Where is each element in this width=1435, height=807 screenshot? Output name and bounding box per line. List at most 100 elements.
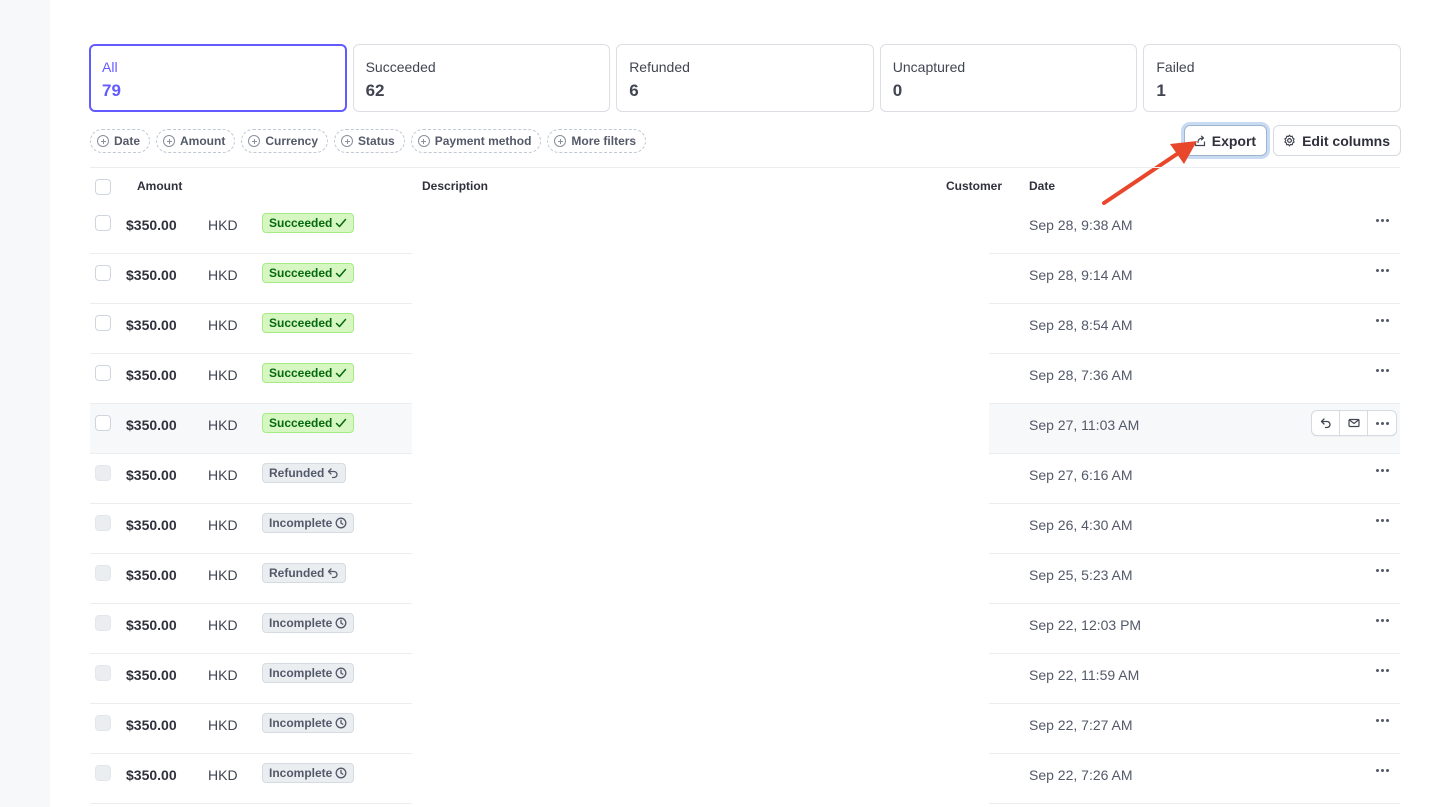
tab-uncaptured[interactable]: Uncaptured 0 [879, 44, 1138, 112]
dot [1380, 768, 1384, 772]
status-badge: Incomplete [262, 513, 355, 533]
filter-label: Currency [265, 134, 319, 148]
row-currency: HKD [208, 617, 238, 633]
table-row[interactable]: $350.00 HKD Succeeded Sep 28, 8:54 AM [90, 304, 1400, 355]
more-horizontal-icon[interactable] [1373, 662, 1391, 678]
table-row[interactable]: $350.00 HKD Refunded Sep 27, 6:16 AM [90, 454, 1400, 505]
dot [1385, 318, 1389, 322]
status-label: Succeeded [269, 316, 333, 330]
tab-count: 0 [892, 81, 903, 100]
row-amount: $350.00 [126, 767, 177, 783]
row-date: Sep 28, 8:54 AM [1029, 317, 1133, 333]
column-header-amount[interactable]: Amount [137, 179, 182, 193]
filter-payment-method[interactable]: Payment method [410, 129, 542, 153]
filter-label: Date [114, 134, 141, 148]
edit-columns-label: Edit columns [1302, 132, 1390, 149]
plus-circle-icon [341, 135, 354, 147]
export-icon [1194, 135, 1205, 146]
row-checkbox[interactable] [95, 215, 111, 231]
row-checkbox[interactable] [95, 415, 111, 431]
row-checkbox[interactable] [95, 365, 111, 381]
row-amount: $350.00 [126, 567, 177, 583]
plus-circle-icon [97, 135, 109, 147]
table-body: $350.00 HKD Succeeded Sep 28, 9:38 AM $350.0… [90, 204, 1400, 805]
column-header-description[interactable]: Description [422, 179, 488, 193]
dot [1385, 718, 1389, 722]
export-label: Export [1211, 132, 1257, 149]
row-amount: $350.00 [126, 617, 177, 633]
row-currency: HKD [208, 367, 238, 383]
clock-icon [335, 667, 347, 679]
row-amount: $350.00 [126, 667, 177, 683]
more-horizontal-icon[interactable] [1373, 512, 1391, 528]
tab-label: All [102, 59, 118, 75]
refund-action-button[interactable] [1312, 411, 1340, 435]
row-currency: HKD [208, 217, 238, 233]
filter-amount[interactable]: Amount [156, 129, 236, 153]
row-amount: $350.00 [126, 217, 177, 233]
dot [1380, 318, 1384, 322]
filter-currency[interactable]: Currency [241, 129, 329, 153]
table-row[interactable]: $350.00 HKD Succeeded Sep 27, 11:03 AM [90, 404, 1400, 455]
status-badge: Refunded [262, 463, 347, 483]
filter-label: Status [358, 134, 395, 148]
dot [1375, 618, 1379, 622]
table-row[interactable]: $350.00 HKD Incomplete Sep 22, 12:03 PM [90, 604, 1400, 655]
dot [1375, 368, 1379, 372]
row-currency: HKD [208, 467, 238, 483]
export-button[interactable]: Export [1183, 125, 1268, 156]
clock-icon [335, 717, 347, 729]
more-horizontal-icon[interactable] [1373, 562, 1391, 578]
dot [1380, 568, 1384, 572]
tab-failed[interactable]: Failed 1 [1143, 44, 1401, 112]
table-row[interactable]: $350.00 HKD Succeeded Sep 28, 9:38 AM [90, 204, 1400, 255]
row-date: Sep 25, 5:23 AM [1029, 567, 1133, 583]
row-amount: $350.00 [126, 717, 177, 733]
column-header-date[interactable]: Date [1029, 179, 1055, 193]
row-more-button[interactable] [1368, 411, 1396, 435]
table-row[interactable]: $350.00 HKD Refunded Sep 25, 5:23 AM [90, 554, 1400, 605]
dot [1380, 468, 1384, 472]
row-date: Sep 26, 4:30 AM [1029, 517, 1133, 533]
dot [1385, 568, 1389, 572]
more-horizontal-icon[interactable] [1373, 762, 1391, 778]
row-checkbox[interactable] [95, 315, 111, 331]
more-horizontal-icon[interactable] [1373, 362, 1391, 378]
more-horizontal-icon[interactable] [1373, 212, 1391, 228]
table-row[interactable]: $350.00 HKD Succeeded Sep 28, 7:36 AM [90, 354, 1400, 405]
filter-label: More filters [571, 134, 637, 148]
plus-circle-icon [554, 135, 567, 147]
filter-date[interactable]: Date [90, 129, 151, 153]
table-row[interactable]: $350.00 HKD Succeeded Sep 28, 9:14 AM [90, 254, 1400, 305]
tab-all[interactable]: All 79 [89, 44, 347, 112]
tab-refunded[interactable]: Refunded 6 [616, 44, 874, 112]
table-row[interactable]: $350.00 HKD Incomplete Sep 22, 7:27 AM [90, 704, 1400, 755]
check-icon [336, 218, 347, 228]
table-row[interactable]: $350.00 HKD Incomplete Sep 26, 4:30 AM [90, 504, 1400, 555]
select-all-checkbox[interactable] [95, 179, 111, 195]
more-horizontal-icon[interactable] [1373, 312, 1391, 328]
more-horizontal-icon[interactable] [1373, 612, 1391, 628]
send-receipt-button[interactable] [1340, 411, 1368, 435]
dot [1385, 268, 1389, 272]
status-tabs: All 79 Succeeded 62 Refunded 6 Uncapture… [89, 44, 1401, 112]
status-badge: Succeeded [262, 313, 355, 333]
row-date: Sep 22, 11:59 AM [1029, 667, 1140, 683]
more-horizontal-icon[interactable] [1373, 462, 1391, 478]
row-amount: $350.00 [126, 417, 177, 433]
status-label: Incomplete [269, 616, 333, 630]
table-row[interactable]: $350.00 HKD Incomplete Sep 22, 11:59 AM [90, 654, 1400, 705]
filter-status[interactable]: Status [334, 129, 405, 153]
tab-succeeded[interactable]: Succeeded 62 [352, 44, 611, 112]
clock-icon [335, 517, 347, 529]
more-horizontal-icon[interactable] [1373, 262, 1391, 278]
more-horizontal-icon[interactable] [1373, 712, 1391, 728]
row-date: Sep 22, 12:03 PM [1029, 617, 1142, 633]
table-row[interactable]: $350.00 HKD Incomplete Sep 22, 7:26 AM [90, 754, 1400, 805]
column-header-customer[interactable]: Customer [946, 179, 1002, 193]
row-amount: $350.00 [126, 367, 177, 383]
row-checkbox[interactable] [95, 265, 111, 281]
filter-more[interactable]: More filters [547, 129, 647, 153]
edit-columns-button[interactable]: Edit columns [1273, 125, 1401, 156]
status-label: Succeeded [269, 416, 333, 430]
